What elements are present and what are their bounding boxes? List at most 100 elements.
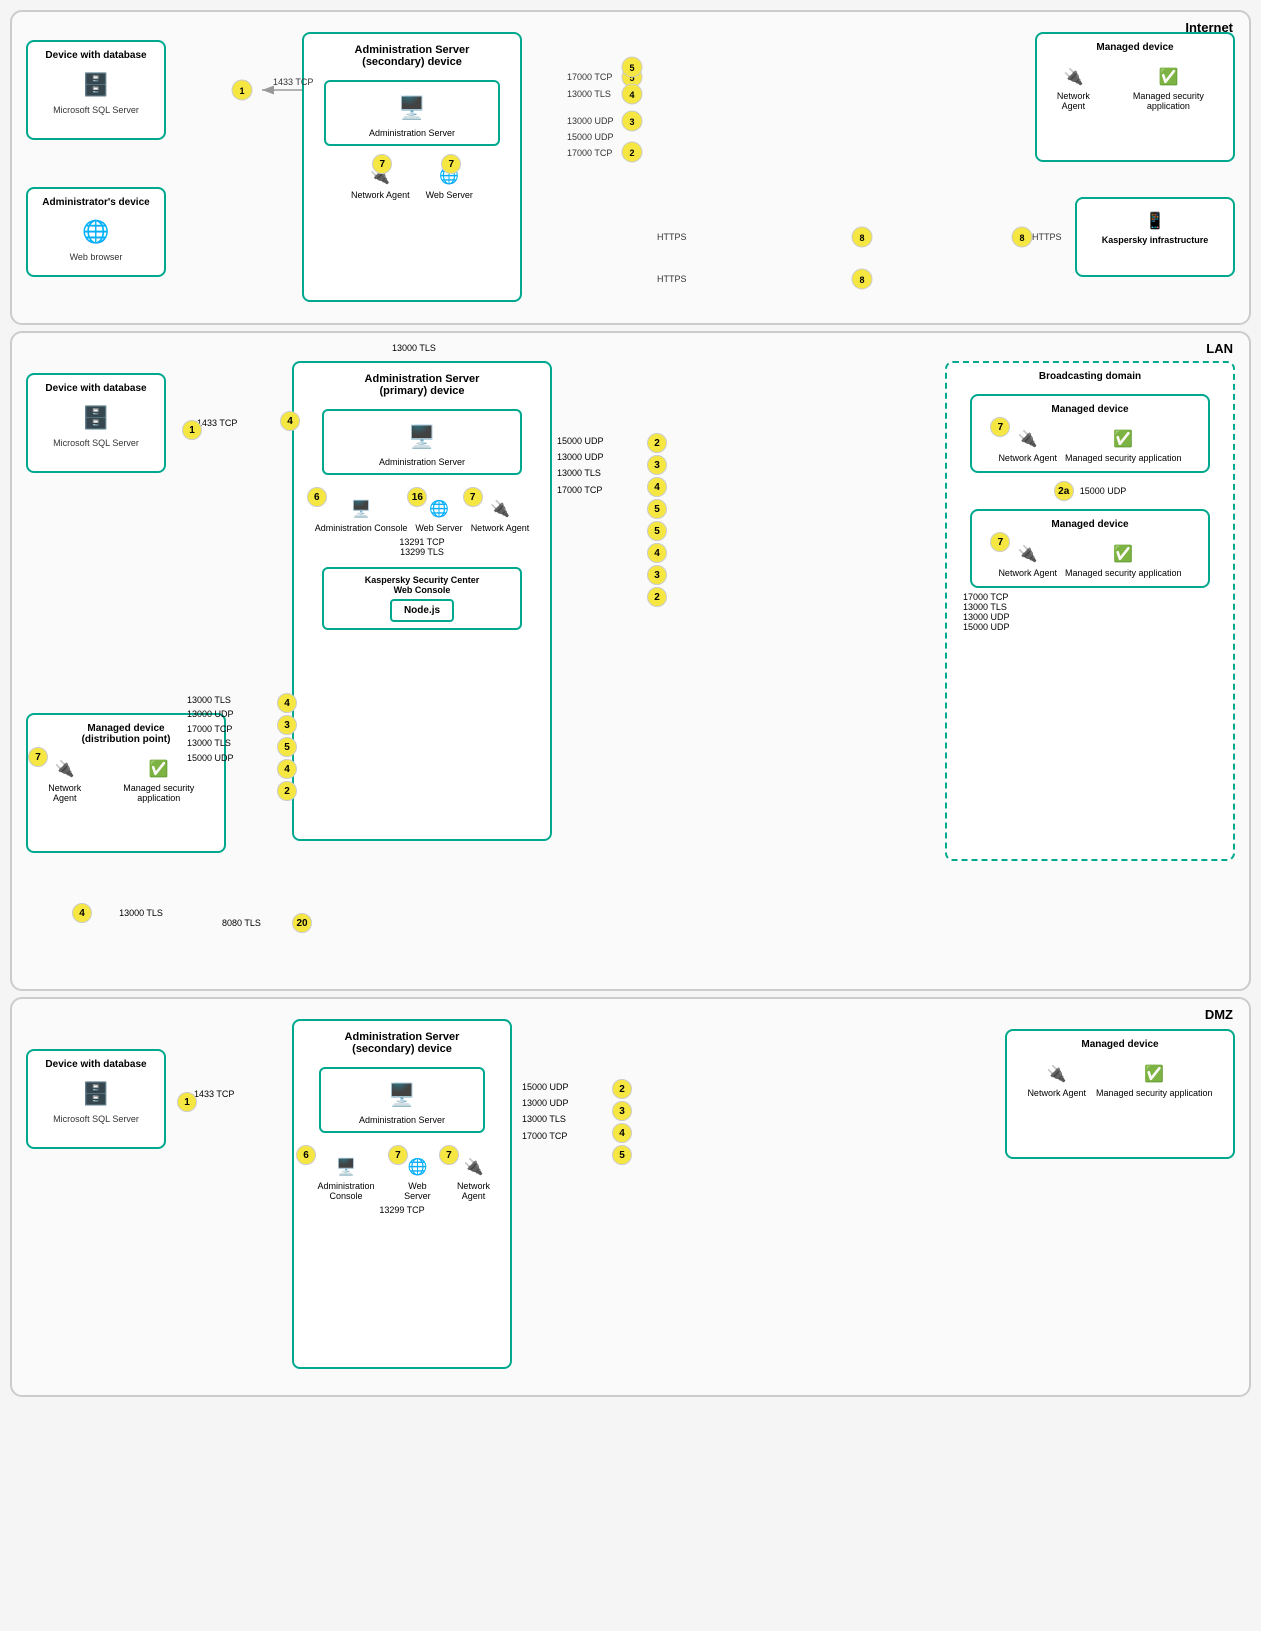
dmz-ms-icon: ✅ — [1140, 1060, 1168, 1088]
svg-text:HTTPS: HTTPS — [1032, 232, 1062, 242]
lan-server-icon: 🖥️ — [402, 417, 442, 457]
lan-13299tls: 13299 TLS — [400, 547, 444, 557]
svg-text:3: 3 — [629, 117, 634, 127]
md1-network-agent-label: Network Agent — [998, 453, 1057, 463]
svg-text:8: 8 — [859, 233, 864, 243]
lan-2a-row: 2a 15000 UDP — [1054, 481, 1127, 501]
internet-managed-device: Managed device 🔌 Network Agent ✅ Managed… — [1035, 32, 1235, 162]
md2-managed-security-label: Managed security application — [1065, 568, 1182, 578]
admin-device-title: Administrator's device — [42, 197, 149, 208]
internet-admin-server-inner: 🖥️ Administration Server — [324, 80, 500, 146]
lan-db-subtitle: Microsoft SQL Server — [53, 438, 139, 448]
kaspersky-icon: 📱 — [1141, 207, 1169, 235]
lan-db-device: Device with database 🗄️ Microsoft SQL Se… — [26, 373, 166, 473]
lan-network-agent: 7 🔌 Network Agent — [471, 495, 530, 533]
badge-2e: 2 — [612, 1079, 632, 1099]
network-diagram: Internet Device with database 🗄️ Microso… — [0, 0, 1261, 1415]
dmz-managed-security: ✅ Managed security application — [1096, 1060, 1213, 1098]
badge-4b: 4 — [277, 759, 297, 779]
dmz-13299tcp: 13299 TCP — [379, 1205, 424, 1215]
dmz-admin-server-label: Administration Server — [359, 1115, 445, 1125]
lan-managed-dev1: Managed device 7 🔌 Network Agent ✅ Manag… — [970, 394, 1210, 473]
network-agent2-icon: 🔌 — [1059, 63, 1087, 91]
dmz-admin-server-inner: 🖥️ Administration Server — [319, 1067, 486, 1133]
badge-6b: 6 — [296, 1145, 316, 1165]
md2-network-agent-icon: 🔌 — [1014, 540, 1042, 568]
lan-managed-dev2: Managed device 7 🔌 Network Agent ✅ Manag… — [970, 509, 1210, 588]
dmz-ms-label: Managed security application — [1096, 1088, 1213, 1098]
internet-managed-device-title: Managed device — [1096, 42, 1173, 53]
badge-3e: 3 — [612, 1101, 632, 1121]
internet-admin-server-title: Administration Server(secondary) device — [355, 44, 470, 68]
lan-label: LAN — [1206, 341, 1233, 356]
lan-zone: LAN 13000 TLS Device with database 🗄️ Mi… — [10, 331, 1251, 991]
lan-web-server-label: Web Server — [415, 523, 462, 533]
lan-web-server: 16 🌐 Web Server — [415, 495, 462, 533]
dmz-na2-icon: 🔌 — [1043, 1060, 1071, 1088]
dmz-na2-label: Network Agent — [1027, 1088, 1086, 1098]
lan-admin-server-label: Administration Server — [379, 457, 465, 467]
svg-text:2: 2 — [629, 148, 634, 158]
internet-zone: Internet Device with database 🗄️ Microso… — [10, 10, 1251, 325]
broadcasting-title: Broadcasting domain — [1039, 371, 1141, 382]
lan-admin-console: 6 🖥️ Administration Console — [315, 495, 408, 533]
internet-managed-security: ✅ Managed security application — [1112, 63, 1225, 111]
badge-2d: 2 — [647, 587, 667, 607]
internet-network-agent2: 🔌 Network Agent — [1045, 63, 1102, 111]
badge-4a: 4 — [277, 693, 297, 713]
lan-admin-server-title: Administration Server(primary) device — [365, 373, 480, 397]
badge-7h: 7 — [388, 1145, 408, 1165]
web-server-label: Web Server — [426, 190, 473, 200]
lan-managed-dev2-title: Managed device — [1051, 519, 1128, 530]
server-icon: 🖥️ — [392, 88, 432, 128]
dmz-web-server: 7 🌐 Web Server — [396, 1153, 439, 1201]
database-icon: 🗄️ — [76, 65, 116, 105]
lan-ksc-label: Kaspersky Security CenterWeb Console — [365, 575, 480, 595]
lan-right-badges: 2 3 4 5 5 4 3 2 — [647, 433, 667, 607]
svg-text:15000 UDP: 15000 UDP — [567, 132, 614, 142]
badge-5c: 5 — [647, 521, 667, 541]
lan-13000tls-top: 13000 TLS — [392, 343, 436, 353]
md2-managed-security-icon: ✅ — [1109, 540, 1137, 568]
badge-5b: 5 — [647, 499, 667, 519]
broadcasting-domain: Broadcasting domain Managed device 7 🔌 N… — [945, 361, 1235, 861]
md2-managed-security: ✅ Managed security application — [1065, 540, 1182, 578]
dmz-admin-server-title: Administration Server(secondary) device — [345, 1031, 460, 1055]
badge-3c: 3 — [647, 565, 667, 585]
svg-text:13000 TLS: 13000 TLS — [567, 89, 611, 99]
badge-1-dmz: 1 — [177, 1092, 197, 1112]
badge-7f: 7 — [990, 417, 1010, 437]
md1-network-agent-icon: 🔌 — [1014, 425, 1042, 453]
svg-text:5: 5 — [629, 63, 634, 73]
dmz-network-agent-label: Network Agent — [447, 1181, 500, 1201]
lan-badge-4-dp: 4 13000 TLS — [72, 903, 163, 923]
svg-text:13000 UDP: 13000 UDP — [567, 116, 614, 126]
md2-network-agent-label: Network Agent — [998, 568, 1057, 578]
svg-text:HTTPS: HTTPS — [657, 274, 687, 284]
managed-security-label: Managed security application — [1112, 91, 1225, 111]
badge-4d: 4 — [647, 543, 667, 563]
badge-4c: 4 — [647, 477, 667, 497]
svg-text:5: 5 — [629, 73, 634, 83]
badge-20: 20 — [292, 913, 312, 933]
managed-security-icon: ✅ — [1154, 63, 1182, 91]
kaspersky-infra: 📱 Kaspersky infrastructure — [1075, 197, 1235, 277]
dp-managed-security-label: Managed security application — [101, 783, 216, 803]
admin-device: Administrator's device 🌐 Web browser — [26, 187, 166, 277]
dmz-admin-console-icon: 🖥️ — [332, 1153, 360, 1181]
internet-db-subtitle: Microsoft SQL Server — [53, 105, 139, 115]
dmz-protos: 15000 UDP13000 UDP13000 TLS17000 TCP — [522, 1079, 569, 1144]
lan-db-title: Device with database — [45, 383, 146, 394]
internet-web-server-col: 7 🌐 Web Server — [426, 162, 473, 200]
badge-4e: 4 — [612, 1123, 632, 1143]
lan-managed-dev1-title: Managed device — [1051, 404, 1128, 415]
dmz-network-agent: 7 🔌 Network Agent — [447, 1153, 500, 1201]
dmz-database-icon: 🗄️ — [76, 1074, 116, 1114]
lan-right-protos: 15000 UDP13000 UDP13000 TLS17000 TCP — [557, 433, 604, 498]
svg-text:8: 8 — [1019, 233, 1024, 243]
md1-network-agent: 7 🔌 Network Agent — [998, 425, 1057, 463]
dmz-network-agent-icon: 🔌 — [459, 1153, 487, 1181]
dmz-badges: 2 3 4 5 — [612, 1079, 632, 1165]
md1-managed-security-label: Managed security application — [1065, 453, 1182, 463]
dmz-1433tcp: 1433 TCP — [194, 1089, 234, 1099]
